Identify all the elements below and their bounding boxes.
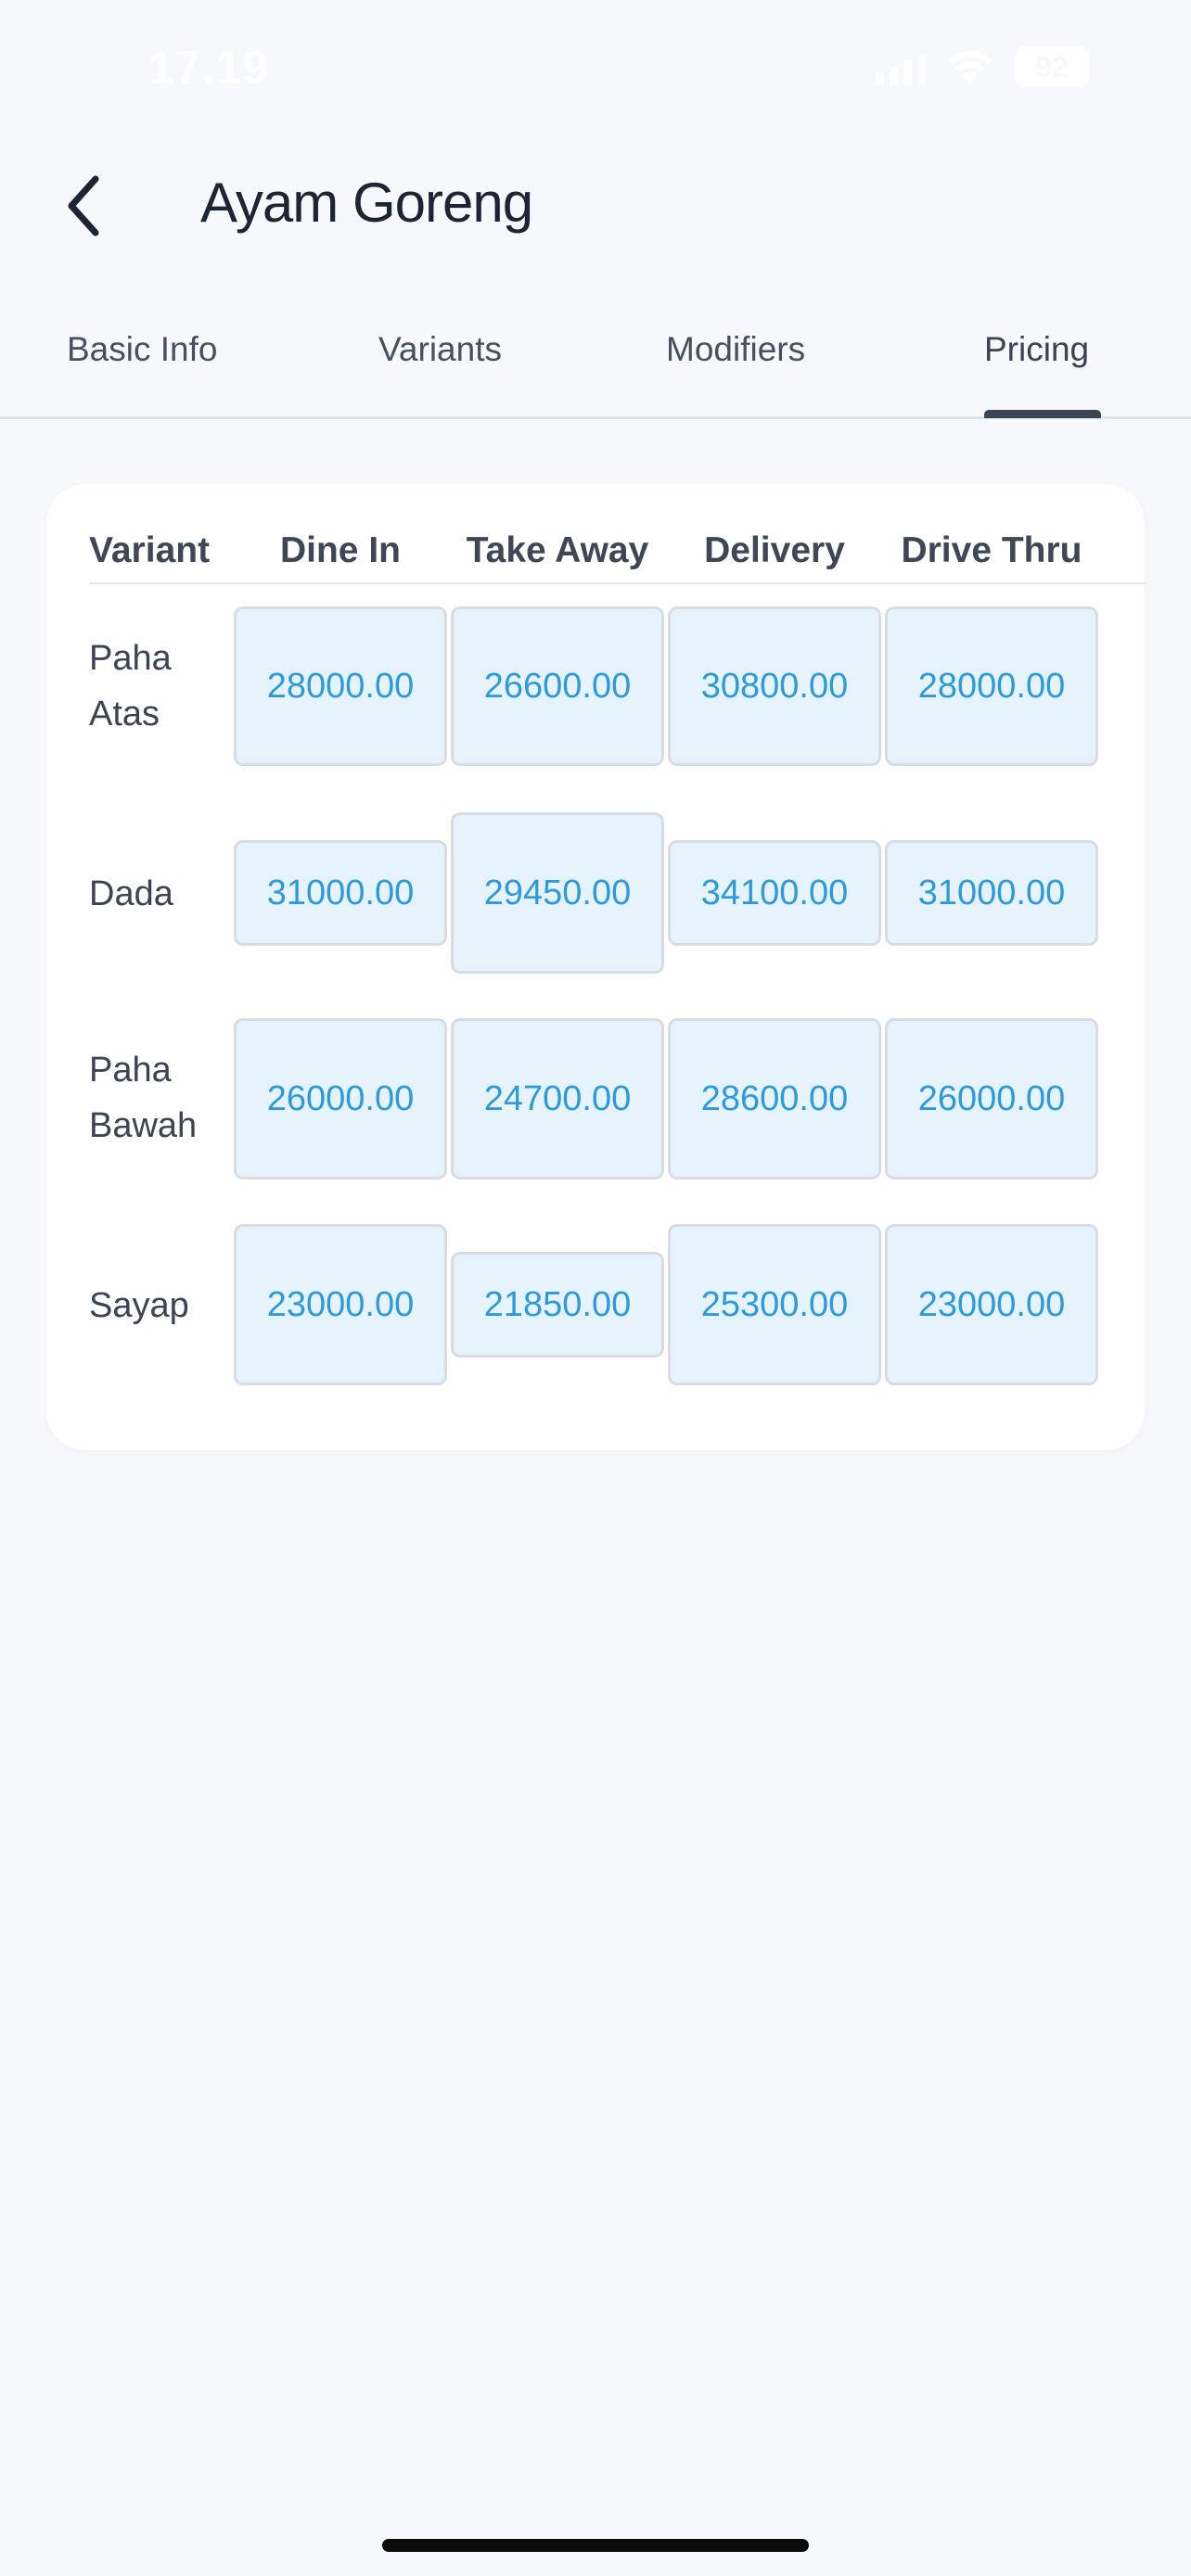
signal-icon — [876, 48, 926, 85]
column-header-dine-in: Dine In — [279, 530, 401, 570]
tab-variants[interactable]: Variants — [378, 330, 502, 369]
tab-modifiers[interactable]: Modifiers — [666, 330, 805, 369]
price-input-drive-thru[interactable]: 26000.00 — [885, 1018, 1098, 1180]
battery-icon: 92 — [1015, 46, 1089, 87]
price-input-delivery[interactable]: 30800.00 — [668, 606, 881, 766]
column-header-variant: Variant — [89, 530, 211, 570]
price-input-take-away[interactable]: 26600.00 — [451, 606, 664, 766]
status-time: 17.19 — [148, 42, 270, 94]
price-input-drive-thru[interactable]: 31000.00 — [885, 840, 1098, 946]
table-header: Variant Dine In Take Away Delivery Drive… — [89, 530, 1146, 584]
price-input-take-away[interactable]: 29450.00 — [451, 812, 664, 974]
tab-bar: Basic Info Variants Modifiers Pricing — [0, 306, 1191, 419]
column-header-drive-thru: Drive Thru — [901, 530, 1082, 570]
tab-pricing[interactable]: Pricing — [984, 330, 1089, 369]
header: Ayam Goreng — [0, 158, 1191, 260]
wifi-icon — [946, 48, 994, 85]
column-header-delivery: Delivery — [704, 530, 845, 570]
tab-basic-info[interactable]: Basic Info — [67, 330, 217, 369]
price-input-drive-thru[interactable]: 23000.00 — [885, 1224, 1098, 1385]
price-input-dine-in[interactable]: 28000.00 — [234, 606, 447, 766]
variant-label: Sayap — [89, 1286, 189, 1325]
price-input-drive-thru[interactable]: 28000.00 — [885, 606, 1098, 766]
price-input-dine-in[interactable]: 23000.00 — [234, 1224, 447, 1385]
back-button[interactable] — [46, 169, 121, 243]
price-input-dine-in[interactable]: 31000.00 — [234, 840, 447, 946]
price-input-take-away[interactable]: 24700.00 — [451, 1018, 664, 1180]
home-indicator[interactable] — [382, 2539, 809, 2552]
variant-label: Paha Bawah — [89, 1051, 198, 1145]
status-icons: 92 — [876, 46, 1089, 87]
variant-label: Paha Atas — [89, 639, 172, 733]
pricing-card: Variant Dine In Take Away Delivery Drive… — [46, 484, 1146, 1450]
page-title: Ayam Goreng — [200, 172, 533, 234]
price-input-take-away[interactable]: 21850.00 — [451, 1252, 664, 1358]
price-input-delivery[interactable]: 25300.00 — [668, 1224, 881, 1385]
variant-label: Dada — [89, 874, 173, 913]
column-header-take-away: Take Away — [466, 530, 649, 570]
battery-level: 92 — [1035, 49, 1069, 83]
price-input-delivery[interactable]: 28600.00 — [668, 1018, 881, 1180]
price-input-dine-in[interactable]: 26000.00 — [234, 1018, 447, 1180]
price-input-delivery[interactable]: 34100.00 — [668, 840, 881, 946]
active-tab-indicator — [984, 410, 1101, 418]
status-bar: 17.19 92 — [0, 0, 1191, 139]
chevron-left-icon — [68, 175, 99, 236]
